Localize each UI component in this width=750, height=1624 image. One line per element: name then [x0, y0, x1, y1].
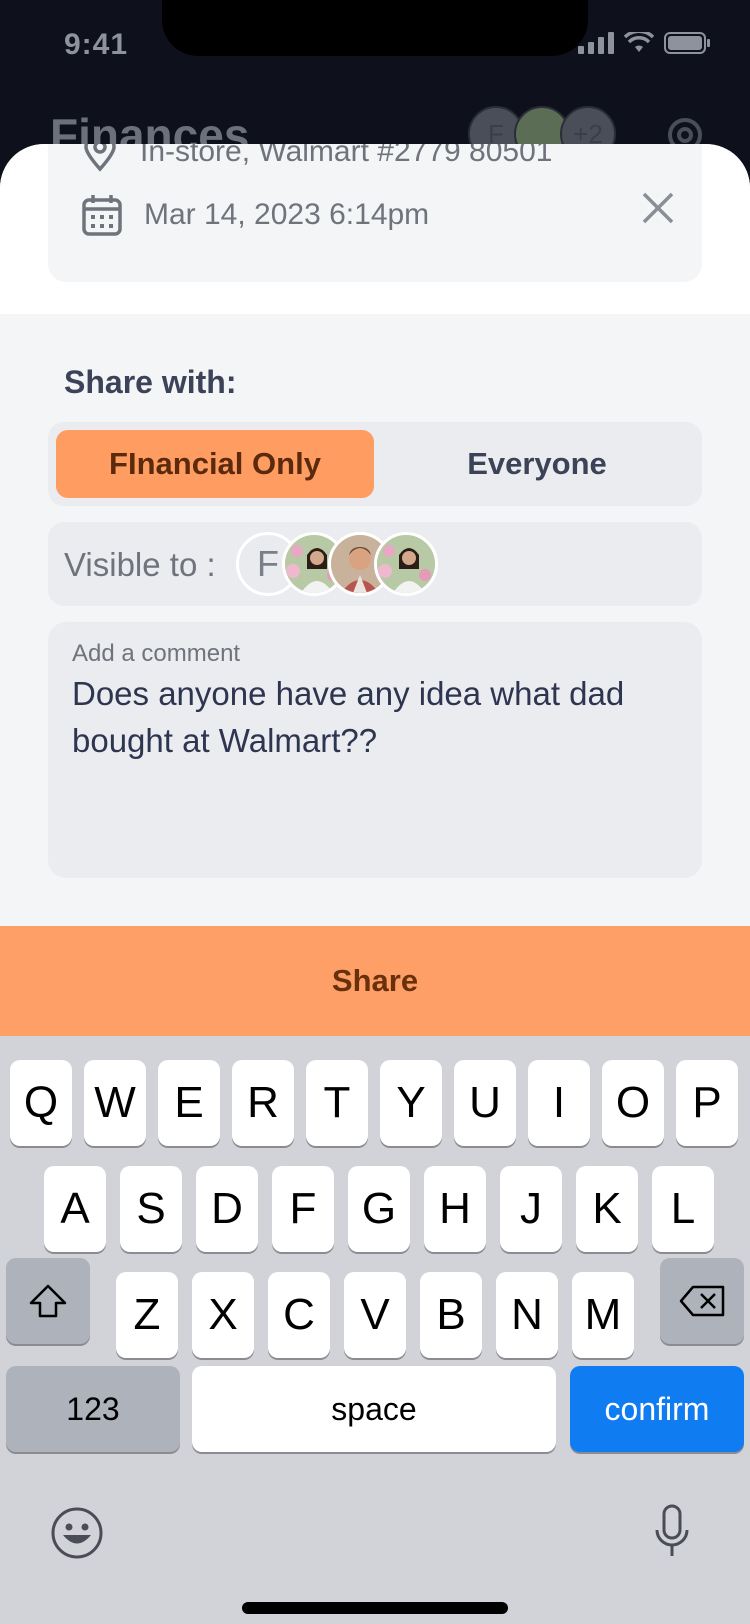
wifi-icon: [624, 32, 654, 52]
key-u[interactable]: U: [454, 1060, 516, 1146]
key-w[interactable]: W: [84, 1060, 146, 1146]
transaction-location: In-store, Walmart #2779 80501: [140, 144, 553, 168]
option-everyone[interactable]: Everyone: [378, 430, 696, 498]
visible-to-row: Visible to : F: [48, 522, 702, 606]
key-l[interactable]: L: [652, 1166, 714, 1252]
key-n[interactable]: N: [496, 1272, 558, 1358]
key-y[interactable]: Y: [380, 1060, 442, 1146]
key-d[interactable]: D: [196, 1166, 258, 1252]
key-o[interactable]: O: [602, 1060, 664, 1146]
key-x[interactable]: X: [192, 1272, 254, 1358]
comment-input-text[interactable]: Does anyone have any idea what dad bough…: [72, 670, 672, 764]
comment-field[interactable]: Add a comment Does anyone have any idea …: [48, 622, 702, 878]
key-b[interactable]: B: [420, 1272, 482, 1358]
calendar-icon: [82, 195, 122, 236]
transaction-datetime: Mar 14, 2023 6:14pm: [144, 198, 430, 231]
confirm-key[interactable]: confirm: [570, 1366, 744, 1452]
shift-arrow-icon: [29, 1284, 67, 1318]
key-t[interactable]: T: [306, 1060, 368, 1146]
key-a[interactable]: A: [44, 1166, 106, 1252]
key-f[interactable]: F: [272, 1166, 334, 1252]
space-key[interactable]: space: [192, 1366, 556, 1452]
share-with-label: Share with:: [64, 364, 237, 400]
comment-label: Add a comment: [72, 640, 241, 667]
close-icon[interactable]: [638, 188, 678, 228]
key-p[interactable]: P: [676, 1060, 738, 1146]
delete-key[interactable]: [660, 1258, 744, 1344]
key-g[interactable]: G: [348, 1166, 410, 1252]
option-financial-only[interactable]: FInancial Only: [56, 430, 374, 498]
transaction-section: In-store, Walmart #2779 80501 Mar 14, 20…: [0, 144, 750, 314]
key-k[interactable]: K: [576, 1166, 638, 1252]
key-c[interactable]: C: [268, 1272, 330, 1358]
key-j[interactable]: J: [500, 1166, 562, 1252]
location-row: In-store, Walmart #2779 80501: [82, 144, 552, 172]
transaction-details-card: In-store, Walmart #2779 80501 Mar 14, 20…: [48, 144, 702, 282]
shift-key[interactable]: [6, 1258, 90, 1344]
key-r[interactable]: R: [232, 1060, 294, 1146]
share-button[interactable]: Share: [0, 926, 750, 1036]
cellular-signal-icon: [578, 32, 614, 54]
avatar-woman-flowers-2: [374, 532, 438, 596]
datetime-row: Mar 14, 2023 6:14pm: [82, 194, 429, 236]
share-audience-toggle: FInancial Only Everyone: [48, 422, 702, 506]
key-s[interactable]: S: [120, 1166, 182, 1252]
status-bar: 9:41: [0, 0, 750, 92]
device-notch: [162, 0, 588, 56]
status-time: 9:41: [64, 28, 129, 61]
key-z[interactable]: Z: [116, 1272, 178, 1358]
keyboard: QWERTYUIOP ASDFGHJKL ZXCVBNM 123 space c…: [0, 1036, 750, 1624]
emoji-icon[interactable]: [50, 1506, 104, 1560]
share-sheet: In-store, Walmart #2779 80501 Mar 14, 20…: [0, 144, 750, 1624]
key-i[interactable]: I: [528, 1060, 590, 1146]
battery-icon: [664, 32, 710, 54]
key-q[interactable]: Q: [10, 1060, 72, 1146]
numbers-key[interactable]: 123: [6, 1366, 180, 1452]
status-icons: [578, 32, 710, 54]
home-indicator: [242, 1602, 508, 1614]
key-e[interactable]: E: [158, 1060, 220, 1146]
microphone-icon[interactable]: [652, 1504, 692, 1560]
location-pin-icon: [84, 144, 116, 172]
backspace-icon: [679, 1285, 725, 1317]
key-v[interactable]: V: [344, 1272, 406, 1358]
key-h[interactable]: H: [424, 1166, 486, 1252]
key-m[interactable]: M: [572, 1272, 634, 1358]
visible-to-label: Visible to :: [64, 546, 216, 583]
